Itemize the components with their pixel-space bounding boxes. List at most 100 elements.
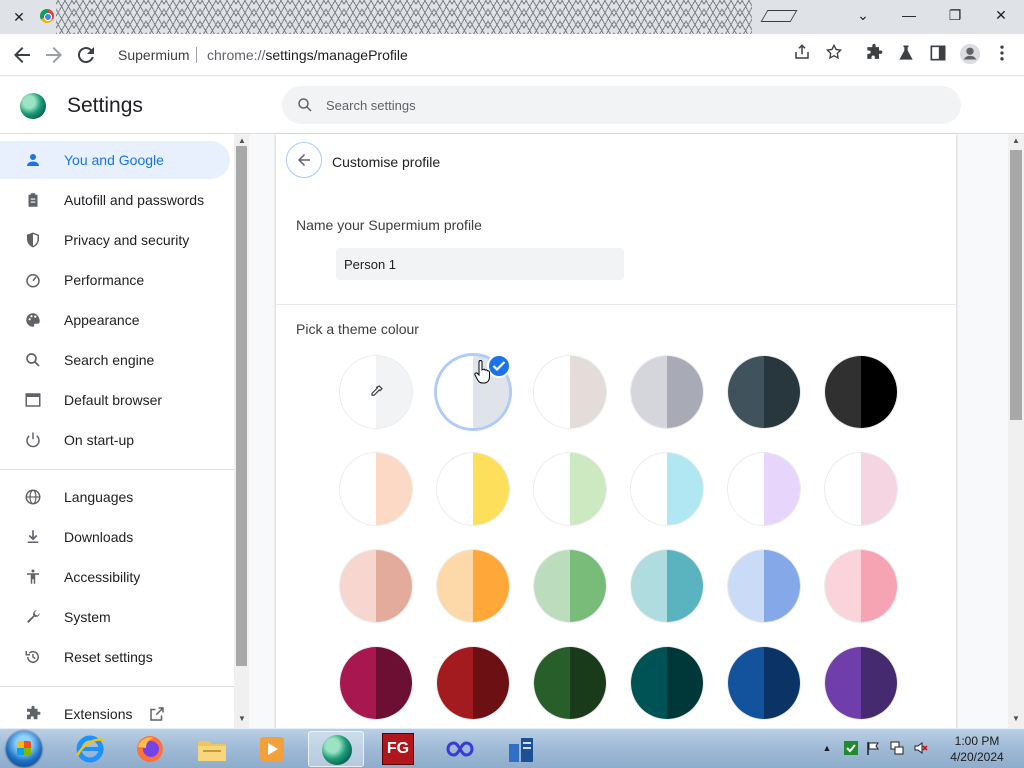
sidebar-item-extensions[interactable]: Extensions: [0, 695, 230, 728]
start-button[interactable]: [6, 731, 42, 767]
tab-pattern: [56, 0, 752, 34]
custom-colour-swatch[interactable]: [340, 356, 412, 428]
theme-colour-swatch[interactable]: [437, 453, 509, 525]
sidebar-item-performance[interactable]: Performance: [0, 261, 230, 299]
address-bar[interactable]: Supermium chrome://settings/manageProfil…: [106, 39, 854, 71]
tab-search-dropdown-icon[interactable]: ⌄: [848, 4, 878, 26]
media-player-icon: [260, 737, 284, 761]
main-scrollbar-thumb[interactable]: [1010, 150, 1022, 420]
customise-profile-card: Customise profile Name your Supermium pr…: [276, 134, 956, 728]
sidebar-item-label: Reset settings: [64, 649, 153, 665]
reload-icon[interactable]: [74, 43, 98, 67]
taskbar-supermium-button[interactable]: [308, 731, 364, 767]
taskbar-clock[interactable]: 1:00 PM 4/20/2024: [944, 733, 1010, 765]
fg-icon: FG: [382, 733, 414, 765]
settings-header: Settings Search settings: [0, 77, 1024, 134]
firefox-icon: [137, 736, 163, 762]
sidebar-item-languages[interactable]: Languages: [0, 478, 230, 516]
theme-colour-swatch[interactable]: [437, 550, 509, 622]
share-icon[interactable]: [790, 43, 814, 67]
theme-colour-swatch[interactable]: [340, 550, 412, 622]
sidebar-item-privacy[interactable]: Privacy and security: [0, 221, 230, 259]
sidebar-item-you-and-google[interactable]: You and Google: [0, 141, 230, 179]
theme-colour-swatch[interactable]: [825, 356, 897, 428]
sidebar-item-reset-settings[interactable]: Reset settings: [0, 638, 230, 676]
minimize-button[interactable]: —: [894, 4, 924, 26]
theme-colour-swatch[interactable]: [728, 453, 800, 525]
sidebar-item-default-browser[interactable]: Default browser: [0, 381, 230, 419]
side-panel-icon[interactable]: [926, 43, 950, 67]
sidebar-item-appearance[interactable]: Appearance: [0, 301, 230, 339]
security-check-icon[interactable]: [844, 741, 858, 755]
sidebar-item-search-engine[interactable]: Search engine: [0, 341, 230, 379]
theme-colour-swatch[interactable]: [340, 647, 412, 719]
eyedropper-icon: [371, 385, 383, 396]
taskbar-server-button[interactable]: [494, 731, 550, 767]
bookmark-star-icon[interactable]: [822, 43, 846, 67]
mouse-cursor-hand-icon: [473, 360, 491, 384]
profile-name-input[interactable]: [336, 248, 624, 280]
new-tab-icon[interactable]: [760, 10, 798, 22]
taskbar-media-player-button[interactable]: [244, 731, 300, 767]
sidebar-scrollbar-thumb[interactable]: [236, 146, 247, 666]
download-icon: [27, 530, 39, 543]
back-arrow-icon[interactable]: [10, 43, 34, 67]
theme-colour-swatch[interactable]: [728, 356, 800, 428]
url-scheme: chrome://: [207, 47, 266, 63]
theme-colour-swatch[interactable]: [631, 647, 703, 719]
theme-colour-swatch[interactable]: [631, 550, 703, 622]
taskbar-infinity-button[interactable]: [432, 731, 488, 767]
theme-colour-swatch[interactable]: [437, 647, 509, 719]
theme-colour-swatch[interactable]: [534, 453, 606, 525]
maximize-button[interactable]: ❐: [940, 4, 970, 26]
theme-colour-swatch[interactable]: [534, 356, 606, 428]
lab-flask-icon[interactable]: [894, 43, 918, 67]
forward-arrow-icon[interactable]: [42, 43, 66, 67]
scroll-down-arrow-icon[interactable]: ▼: [234, 714, 250, 723]
browser-menu-icon[interactable]: [990, 43, 1014, 67]
profile-name-label: Name your Supermium profile: [296, 217, 482, 233]
scroll-up-arrow-icon[interactable]: ▲: [234, 136, 250, 145]
action-center-flag-icon[interactable]: [866, 741, 880, 755]
profile-avatar-icon[interactable]: [958, 43, 982, 67]
close-window-button[interactable]: ✕: [986, 4, 1016, 26]
theme-colour-swatch[interactable]: [728, 647, 800, 719]
main-scrollbar[interactable]: ▲ ▼: [1008, 134, 1024, 728]
tab-close-icon[interactable]: ✕: [8, 7, 30, 27]
sidebar-item-downloads[interactable]: Downloads: [0, 518, 230, 556]
search-settings-box[interactable]: Search settings: [282, 86, 961, 124]
sidebar-item-accessibility[interactable]: Accessibility: [0, 558, 230, 596]
sidebar-item-on-startup[interactable]: On start-up: [0, 421, 230, 459]
theme-colour-swatch[interactable]: [825, 647, 897, 719]
accessibility-icon: [27, 569, 39, 584]
palette-icon: [26, 313, 40, 327]
taskbar-firefox-button[interactable]: [122, 731, 178, 767]
speedometer-icon: [26, 274, 40, 288]
sidebar-item-label: Accessibility: [64, 569, 141, 585]
theme-colour-swatch[interactable]: [728, 550, 800, 622]
theme-colour-swatch[interactable]: [534, 550, 606, 622]
sidebar-scrollbar[interactable]: ▲ ▼: [234, 134, 249, 728]
search-input[interactable]: Search settings: [326, 98, 416, 113]
back-button[interactable]: [286, 142, 322, 178]
tab-strip: ✕ ⌄ — ❐ ✕: [0, 0, 1024, 34]
theme-colour-swatch[interactable]: [631, 356, 703, 428]
taskbar-fg-button[interactable]: FG: [370, 731, 426, 767]
theme-colour-swatch[interactable]: [825, 550, 897, 622]
taskbar-explorer-button[interactable]: [184, 731, 240, 767]
extensions-puzzle-icon[interactable]: [862, 43, 886, 67]
theme-colour-swatch[interactable]: [534, 647, 606, 719]
theme-colour-swatch[interactable]: [825, 453, 897, 525]
network-icon[interactable]: [890, 741, 904, 755]
show-hidden-icons-arrow-icon[interactable]: ▲: [820, 741, 834, 755]
theme-colour-swatch[interactable]: [631, 453, 703, 525]
sidebar-item-system[interactable]: System: [0, 598, 230, 636]
scroll-down-arrow-icon[interactable]: ▼: [1008, 714, 1024, 723]
windows-logo-icon: [17, 741, 31, 755]
scroll-up-arrow-icon[interactable]: ▲: [1008, 136, 1024, 145]
volume-muted-icon[interactable]: [914, 741, 928, 755]
taskbar-ie-button[interactable]: [62, 731, 118, 767]
sidebar-item-autofill[interactable]: Autofill and passwords: [0, 181, 230, 219]
theme-colour-swatch[interactable]: [340, 453, 412, 525]
sidebar-item-label: System: [64, 609, 111, 625]
